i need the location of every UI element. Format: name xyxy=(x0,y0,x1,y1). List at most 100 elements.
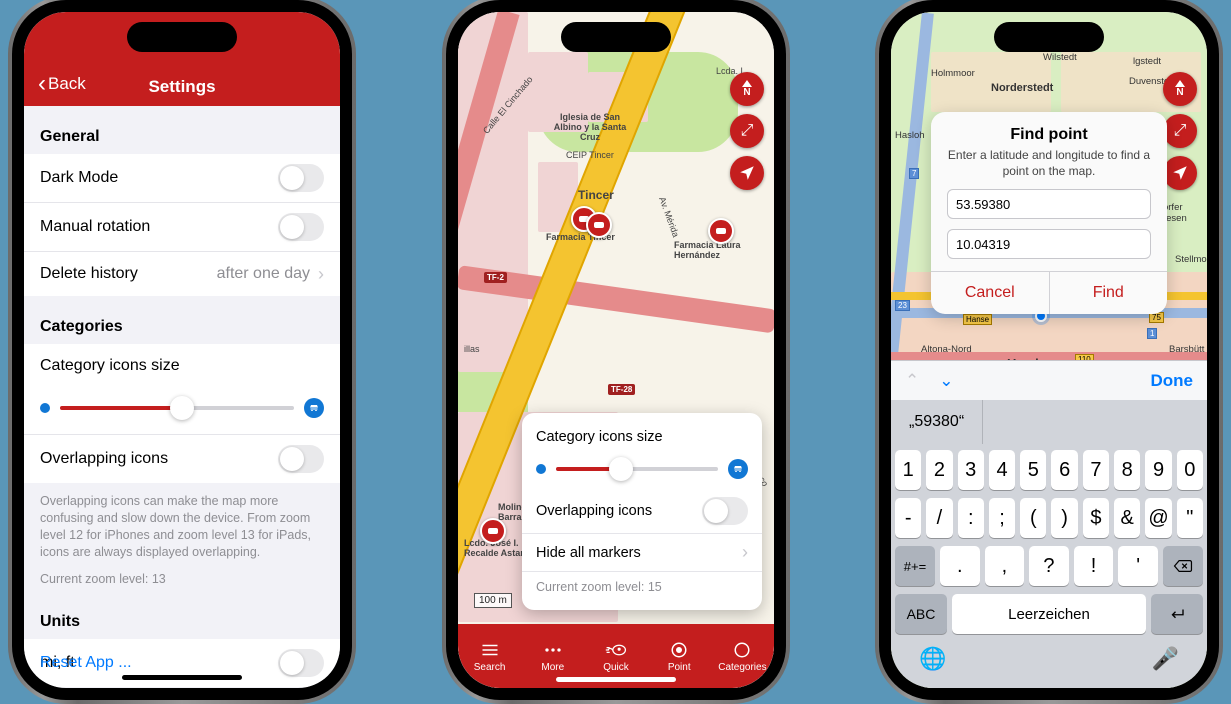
locate-button[interactable] xyxy=(1163,156,1197,190)
mic-icon[interactable]: 🎤 xyxy=(1152,646,1179,672)
alert-message: Enter a latitude and longitude to find a… xyxy=(947,148,1151,179)
key-backspace[interactable] xyxy=(1163,546,1203,586)
small-marker-icon xyxy=(536,464,546,474)
key-quote[interactable]: " xyxy=(1177,498,1203,538)
keyboard-done-button[interactable]: Done xyxy=(1151,371,1194,391)
phone-mockup-map: TF-2 TF-28 Lcda. L Calle El Cinchado Igl… xyxy=(446,0,786,700)
key-period[interactable]: . xyxy=(940,546,980,586)
screen-find-point: Norderstedt Hasloh Wilstedt Duvenstedt H… xyxy=(891,12,1207,688)
prev-field-arrow-icon[interactable]: ⌃ xyxy=(905,371,919,391)
back-button[interactable]: ‹ Back xyxy=(38,72,86,96)
popover-icon-size-label: Category icons size xyxy=(522,421,762,453)
key-7[interactable]: 7 xyxy=(1083,450,1109,490)
popover-overlapping-row[interactable]: Overlapping icons xyxy=(522,489,762,533)
key-symbols[interactable]: #+= xyxy=(895,546,935,586)
key-dollar[interactable]: $ xyxy=(1083,498,1109,538)
key-comma[interactable]: , xyxy=(985,546,1025,586)
tab-search[interactable]: Search xyxy=(458,624,521,688)
expand-icon: ⤢ xyxy=(1174,122,1187,140)
longitude-input[interactable] xyxy=(947,229,1151,259)
key-0[interactable]: 0 xyxy=(1177,450,1203,490)
manual-rotation-label: Manual rotation xyxy=(40,218,150,236)
map-view[interactable]: TF-2 TF-28 Lcda. L Calle El Cinchado Igl… xyxy=(458,12,774,688)
dark-mode-toggle[interactable] xyxy=(278,164,324,192)
large-marker-icon xyxy=(304,398,324,418)
row-manual-rotation[interactable]: Manual rotation xyxy=(24,203,340,252)
suggestion-1[interactable]: „59380“ xyxy=(891,400,983,444)
route-shield-tf28: TF-28 xyxy=(608,384,635,395)
compass-button[interactable]: N xyxy=(730,72,764,106)
key-1[interactable]: 1 xyxy=(895,450,921,490)
overlapping-toggle[interactable] xyxy=(278,445,324,473)
fullscreen-button[interactable]: ⤢ xyxy=(730,114,764,148)
map-label: Iglesia de San Albino y la Santa Cruz xyxy=(550,112,630,142)
row-overlapping-icons[interactable]: Overlapping icons xyxy=(24,434,340,483)
dark-mode-label: Dark Mode xyxy=(40,169,118,187)
compass-arrow-icon xyxy=(742,80,752,87)
manual-rotation-toggle[interactable] xyxy=(278,213,324,241)
key-at[interactable]: @ xyxy=(1145,498,1171,538)
key-space[interactable]: Leerzeichen xyxy=(952,594,1146,634)
key-exclaim[interactable]: ! xyxy=(1074,546,1114,586)
town-label: lgstedt xyxy=(1133,56,1161,67)
section-general: General xyxy=(24,106,340,154)
row-delete-history[interactable]: Delete history after one day › xyxy=(24,252,340,296)
slider-track[interactable] xyxy=(60,406,294,410)
key-9[interactable]: 9 xyxy=(1145,450,1171,490)
row-icon-size-label: Category icons size xyxy=(24,344,340,388)
units-toggle[interactable] xyxy=(278,649,324,677)
popover-slider-thumb[interactable] xyxy=(609,457,633,481)
latitude-input[interactable] xyxy=(947,189,1151,219)
key-colon[interactable]: : xyxy=(958,498,984,538)
key-5[interactable]: 5 xyxy=(1020,450,1046,490)
icon-size-slider[interactable] xyxy=(24,388,340,434)
route-shield-tf2: TF-2 xyxy=(484,272,507,283)
next-field-arrow-icon[interactable]: ⌄ xyxy=(939,371,953,391)
row-dark-mode[interactable]: Dark Mode xyxy=(24,154,340,203)
key-amp[interactable]: & xyxy=(1114,498,1140,538)
key-8[interactable]: 8 xyxy=(1114,450,1140,490)
globe-icon[interactable]: 🌐 xyxy=(919,646,946,672)
chevron-right-icon: › xyxy=(318,264,324,285)
key-3[interactable]: 3 xyxy=(958,450,984,490)
key-4[interactable]: 4 xyxy=(989,450,1015,490)
key-return[interactable] xyxy=(1151,594,1203,634)
key-question[interactable]: ? xyxy=(1029,546,1069,586)
key-rparen[interactable]: ) xyxy=(1051,498,1077,538)
list-categories: Category icons size Overlapping icons xyxy=(24,344,340,483)
key-apostrophe[interactable]: ' xyxy=(1118,546,1158,586)
route-shield: Hanse xyxy=(963,314,992,325)
popover-slider-track[interactable] xyxy=(556,467,718,471)
small-marker-icon xyxy=(40,403,50,413)
tab-categories[interactable]: Categories xyxy=(711,624,774,688)
popover-overlap-toggle[interactable] xyxy=(702,497,748,525)
reset-app-link[interactable]: Reset App ... xyxy=(40,654,132,672)
poi-marker[interactable] xyxy=(480,518,506,544)
fullscreen-button[interactable]: ⤢ xyxy=(1163,114,1197,148)
compass-arrow-icon xyxy=(1175,80,1185,87)
key-lparen[interactable]: ( xyxy=(1020,498,1046,538)
poi-marker[interactable] xyxy=(708,218,734,244)
map-label: Av. Mérida xyxy=(657,195,681,238)
key-6[interactable]: 6 xyxy=(1051,450,1077,490)
compass-button[interactable]: N xyxy=(1163,72,1197,106)
slider-thumb[interactable] xyxy=(170,396,194,420)
key-2[interactable]: 2 xyxy=(926,450,952,490)
key-semicolon[interactable]: ; xyxy=(989,498,1015,538)
keyboard-accessory: ⌃ ⌄ Done xyxy=(891,360,1207,400)
map-options-popover: Category icons size Overlapping icons Hi… xyxy=(522,413,762,610)
key-minus[interactable]: - xyxy=(895,498,921,538)
popover-icon-size-slider[interactable] xyxy=(522,453,762,489)
key-slash[interactable]: / xyxy=(926,498,952,538)
alert-cancel-button[interactable]: Cancel xyxy=(931,272,1049,314)
large-marker-icon xyxy=(728,459,748,479)
locate-button[interactable] xyxy=(730,156,764,190)
key-abc[interactable]: ABC xyxy=(895,594,947,634)
popover-hide-markers-row[interactable]: Hide all markers › xyxy=(522,533,762,571)
home-indicator xyxy=(556,677,676,682)
more-icon xyxy=(542,639,564,661)
map-label: CEIP Tincer xyxy=(566,150,614,160)
alert-find-button[interactable]: Find xyxy=(1049,272,1168,314)
popover-current-zoom: Current zoom level: 15 xyxy=(522,571,762,602)
poi-marker[interactable] xyxy=(586,212,612,238)
